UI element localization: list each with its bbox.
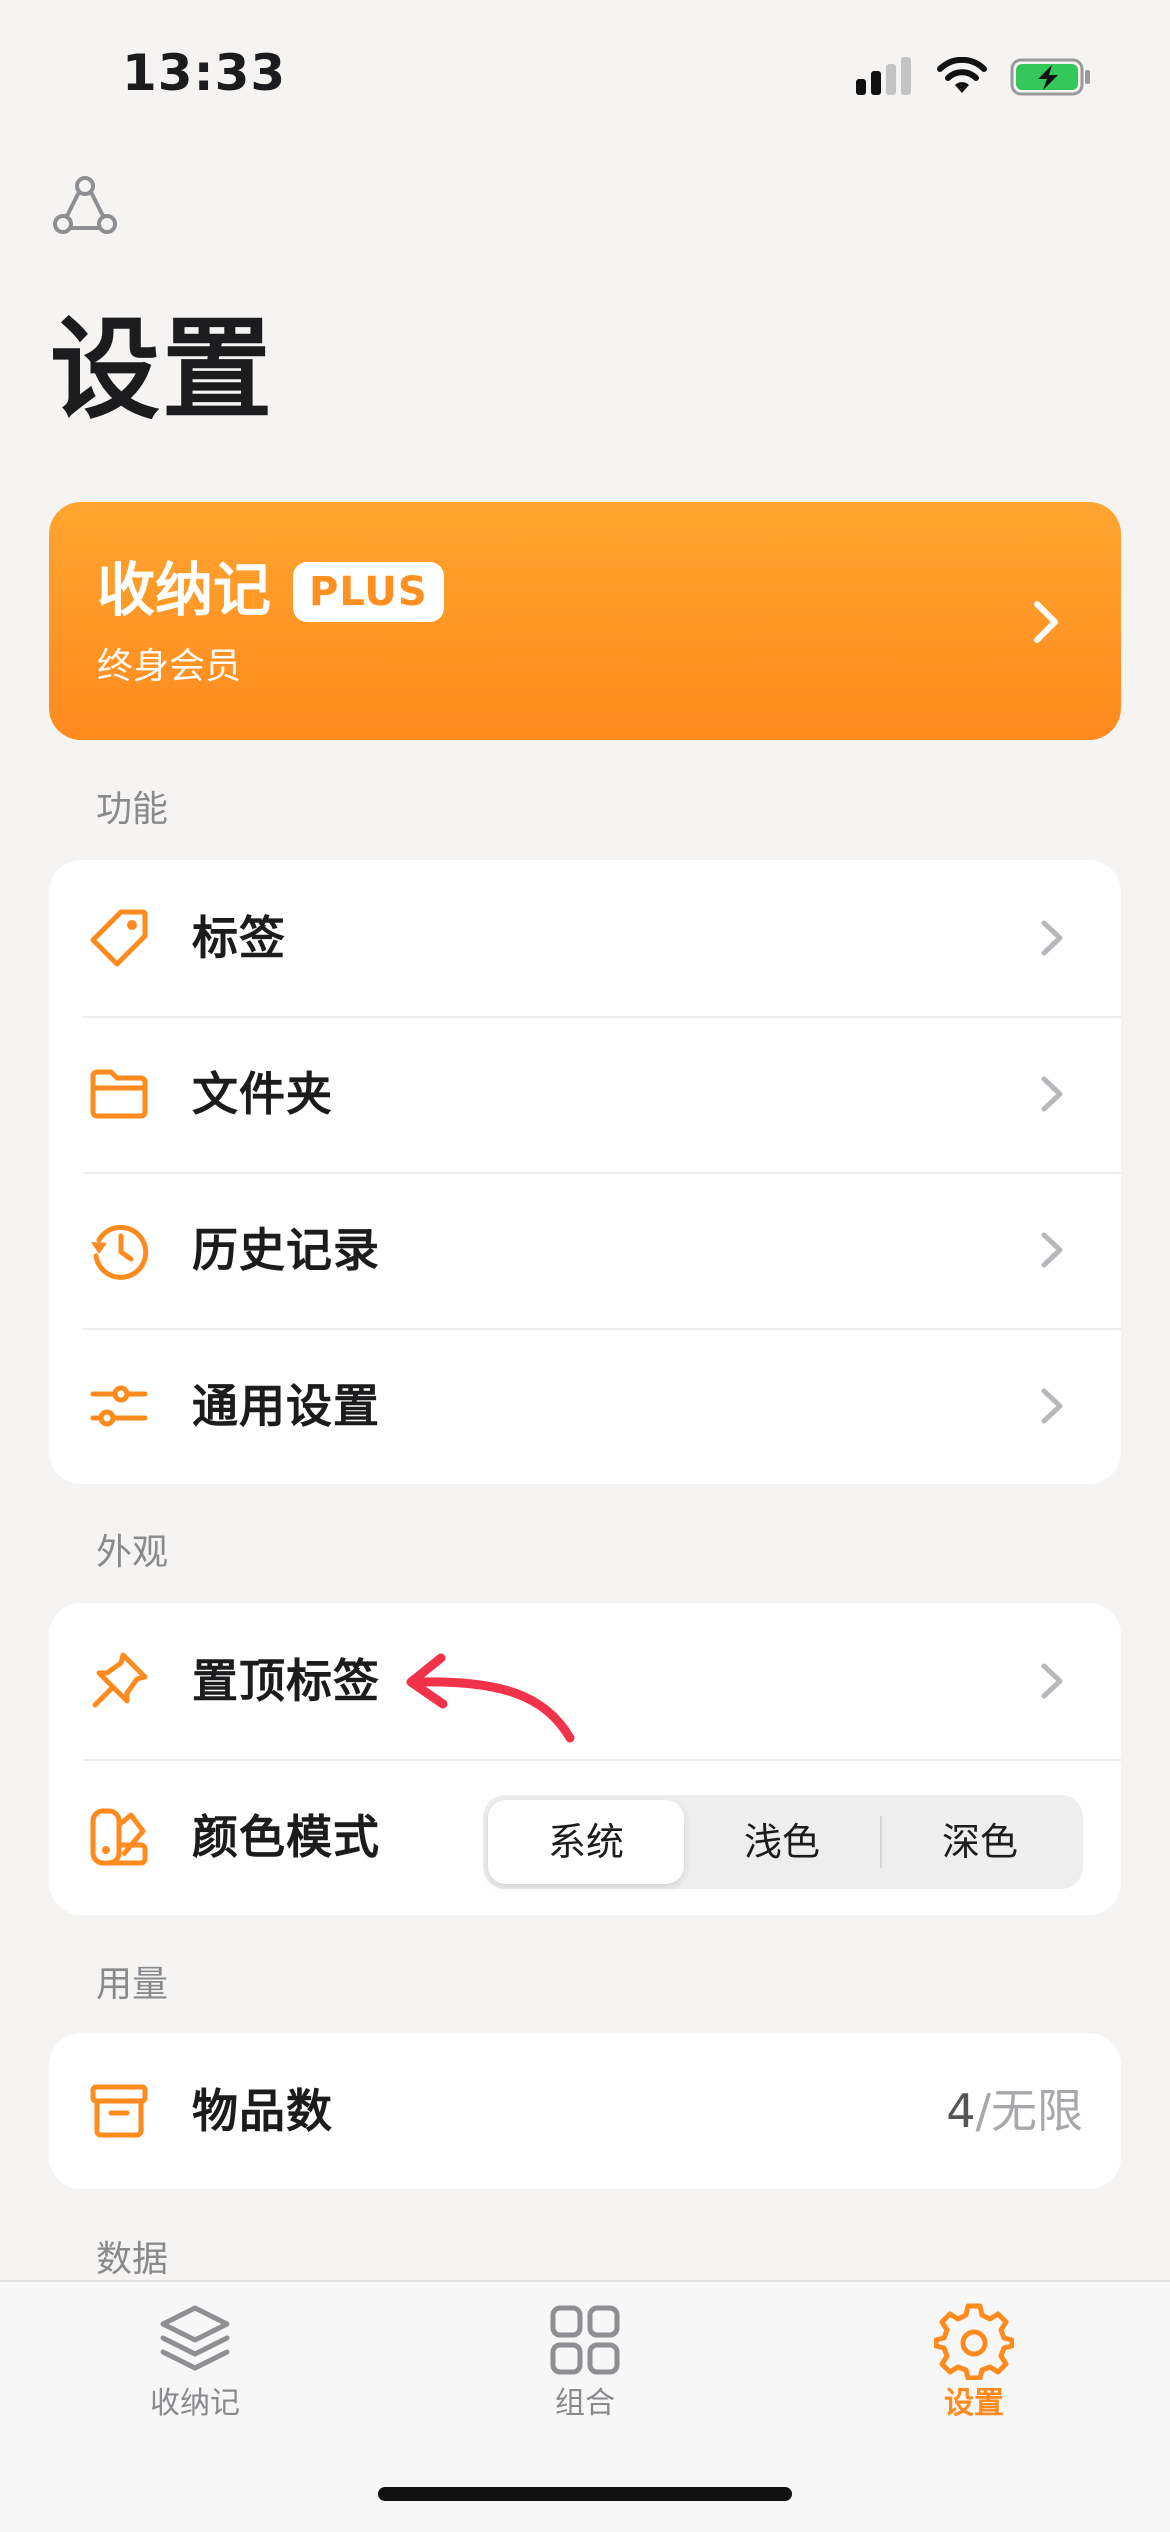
color-mode-segmented-control: 系统 浅色 深色 [483,1795,1083,1889]
item-count-value: 4/无限 [946,2081,1083,2141]
status-time: 13:33 [122,44,287,102]
tab-label: 收纳记 [150,2386,240,2421]
chevron-right-icon [1041,1388,1063,1424]
settings-row-folders[interactable]: 文件夹 [49,1016,1121,1172]
status-bar: 13:33 [0,0,1170,150]
settings-screen: 13:33 设置 收纳记 PLUS 终身会员 功能 标签 文件夹 历史记录 通用… [0,0,1170,2532]
row-label: 置顶标签 [192,1654,380,1708]
folder-icon [90,1069,148,1119]
history-icon [91,1224,149,1280]
sliders-icon [90,1385,148,1427]
membership-status: 终身会员 [97,646,242,687]
color-mode-option-light[interactable]: 浅色 [684,1800,880,1884]
chevron-right-icon [1041,1232,1063,1268]
tag-icon [90,909,148,967]
row-label: 文件夹 [192,1067,333,1121]
battery-charging-icon [1010,58,1090,96]
row-label: 物品数 [192,2084,333,2138]
usage-card: 物品数 4/无限 [49,2033,1121,2189]
settings-row-color-mode: 颜色模式 系统 浅色 深色 [49,1759,1121,1915]
box-icon [90,2084,148,2138]
page-title: 设置 [50,306,274,434]
cellular-signal-icon [856,57,911,95]
item-count-limit: 无限 [991,2084,1083,2138]
features-card: 标签 文件夹 历史记录 通用设置 [49,860,1121,1484]
chevron-right-icon [1041,920,1063,956]
chevron-right-icon [1034,601,1058,643]
chevron-right-icon [1041,1663,1063,1699]
section-label-features: 功能 [96,789,169,830]
row-label: 历史记录 [192,1223,380,1277]
section-label-data: 数据 [96,2239,169,2280]
tab-label: 组合 [555,2386,615,2421]
gear-icon [934,2303,1014,2380]
settings-row-history[interactable]: 历史记录 [49,1172,1121,1328]
palette-icon [90,1808,148,1866]
settings-row-item-count: 物品数 4/无限 [49,2033,1121,2189]
layers-icon [160,2305,230,2371]
settings-row-general[interactable]: 通用设置 [49,1328,1121,1484]
settings-row-tags[interactable]: 标签 [49,860,1121,1016]
tab-label: 设置 [944,2386,1004,2421]
item-count-used: 4 [946,2084,976,2138]
chevron-right-icon [1041,1076,1063,1112]
color-mode-option-dark[interactable]: 深色 [882,1800,1078,1884]
color-mode-option-system[interactable]: 系统 [488,1800,684,1884]
pin-icon [92,1652,148,1708]
item-count-separator: / [975,2084,992,2138]
row-label: 标签 [192,911,286,965]
plus-app-name: 收纳记 [97,556,272,624]
tab-collections[interactable]: 组合 [485,2300,685,2426]
row-label: 颜色模式 [192,1810,380,1864]
plus-badge: PLUS [293,562,444,622]
row-label: 通用设置 [192,1379,380,1433]
home-indicator [378,2487,792,2501]
annotation-arrow [406,1653,575,1743]
wifi-icon [937,57,987,93]
tab-storage[interactable]: 收纳记 [95,2300,295,2426]
section-label-usage: 用量 [96,1964,169,2005]
grid-icon [550,2305,620,2375]
tab-settings[interactable]: 设置 [874,2300,1074,2426]
share-icon[interactable] [50,172,120,242]
status-icons [854,52,1092,102]
section-label-appearance: 外观 [96,1532,169,1573]
plus-membership-card[interactable]: 收纳记 PLUS 终身会员 [49,502,1121,740]
